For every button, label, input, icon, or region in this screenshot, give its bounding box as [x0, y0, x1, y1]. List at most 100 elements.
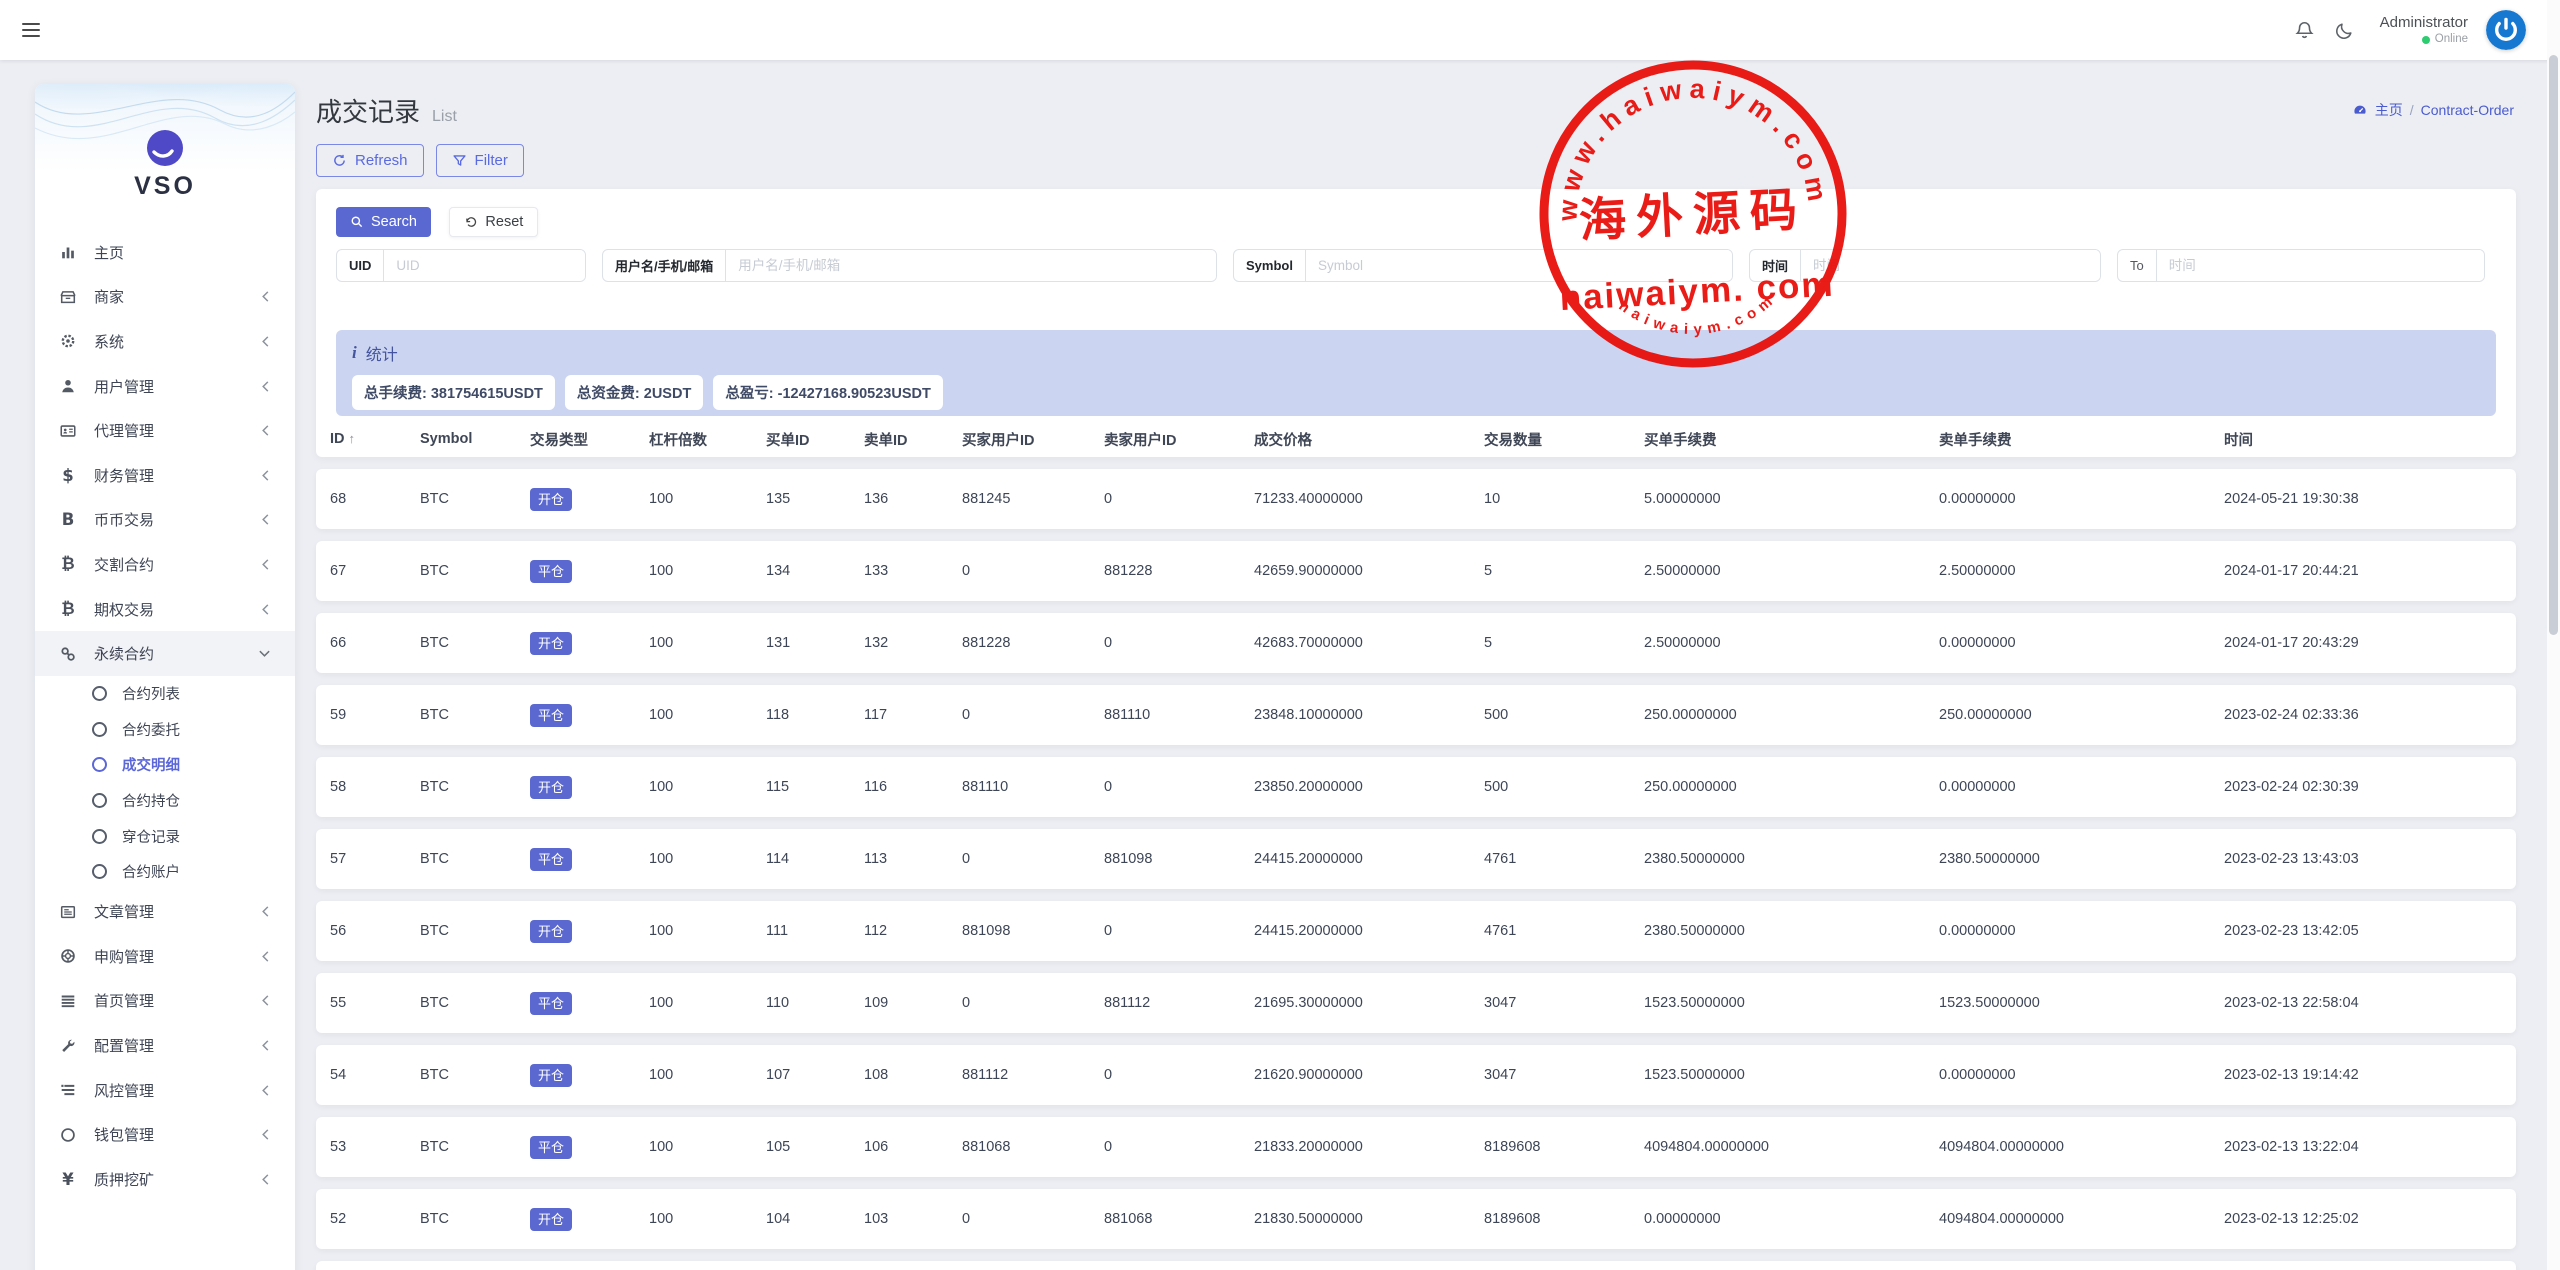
table-cell: 平仓	[530, 1136, 649, 1159]
filter-label: 时间	[1750, 250, 1801, 281]
sidebar-item[interactable]: 商家	[35, 275, 295, 320]
filter-button[interactable]: Filter	[436, 144, 524, 177]
refresh-icon	[332, 153, 347, 168]
reset-button[interactable]: Reset	[449, 207, 538, 237]
radio-circle-icon	[92, 722, 107, 737]
column-header[interactable]: 卖单ID	[864, 429, 962, 450]
trade-type-badge: 开仓	[530, 1208, 572, 1231]
filter-input[interactable]	[384, 250, 585, 281]
sidebar-item[interactable]: 用户管理	[35, 364, 295, 409]
table-cell: 10	[1484, 491, 1644, 507]
sidebar-item[interactable]: 主页	[35, 230, 295, 275]
sidebar-item[interactable]: 配置管理	[35, 1023, 295, 1068]
sidebar-item[interactable]: 风控管理	[35, 1068, 295, 1113]
trade-type-badge: 平仓	[530, 704, 572, 727]
sidebar-item-label: 用户管理	[94, 376, 154, 397]
column-header[interactable]: 杠杆倍数	[649, 429, 766, 450]
table-cell: 881245	[962, 491, 1104, 507]
sidebar-item[interactable]: 申购管理	[35, 934, 295, 979]
refresh-button[interactable]: Refresh	[316, 144, 424, 177]
column-header[interactable]: 交易数量	[1484, 429, 1644, 450]
table-cell: 111	[766, 923, 864, 939]
sidebar-item[interactable]: ₿期权交易	[35, 587, 295, 632]
column-header[interactable]: 买家用户ID	[962, 429, 1104, 450]
breadcrumb-home[interactable]: 主页	[2375, 100, 2403, 120]
table-row: 68BTC开仓100135136881245071233.40000000105…	[316, 469, 2516, 529]
sidebar-item-label: 代理管理	[94, 420, 154, 441]
table-cell: 0.00000000	[1939, 491, 2224, 507]
table-cell: 4761	[1484, 923, 1644, 939]
stats-badge: 总资金费: 2USDT	[565, 375, 703, 410]
table-cell: 2023-02-13 19:14:42	[2224, 1067, 2502, 1083]
sidebar-item-label: 配置管理	[94, 1035, 154, 1056]
table-cell: 0	[962, 1211, 1104, 1227]
filter-input[interactable]	[2157, 250, 2484, 281]
column-header[interactable]: 成交价格	[1254, 429, 1484, 450]
search-icon	[350, 215, 364, 229]
table-cell: 2023-02-24 02:30:39	[2224, 779, 2502, 795]
scrollbar-thumb[interactable]	[2549, 55, 2558, 635]
sidebar-subitem[interactable]: 合约账户	[35, 854, 295, 890]
avatar[interactable]	[2486, 10, 2526, 50]
user-block[interactable]: Administrator Online	[2380, 13, 2468, 47]
sidebar-item[interactable]: ₿交割合约	[35, 542, 295, 587]
column-header[interactable]: 买单手续费	[1644, 429, 1939, 450]
trade-type-badge: 平仓	[530, 560, 572, 583]
table-cell: 3047	[1484, 995, 1644, 1011]
sidebar-subitem[interactable]: 成交明细	[35, 747, 295, 783]
table-cell: 115	[766, 779, 864, 795]
column-header[interactable]: 卖家用户ID	[1104, 429, 1254, 450]
sidebar-logo-text: VSO	[35, 172, 295, 201]
filter-group: UID	[336, 249, 586, 282]
table-cell: BTC	[420, 635, 530, 651]
table-cell: 21833.20000000	[1254, 1139, 1484, 1155]
table-cell: 131	[766, 635, 864, 651]
sidebar-item[interactable]: 文章管理	[35, 890, 295, 935]
bell-icon[interactable]	[2294, 19, 2316, 41]
sidebar-item[interactable]: $财务管理	[35, 453, 295, 498]
column-header[interactable]: 卖单手续费	[1939, 429, 2224, 450]
column-header[interactable]: ID↑	[330, 431, 420, 447]
sidebar-item-label: 首页管理	[94, 990, 154, 1011]
sidebar-item[interactable]: 永续合约	[35, 631, 295, 676]
table-cell: 114	[766, 851, 864, 867]
sidebar-subitem[interactable]: 合约列表	[35, 676, 295, 712]
sidebar-item[interactable]: B币币交易	[35, 498, 295, 543]
sidebar-item[interactable]: ¥质押挖矿	[35, 1157, 295, 1202]
sidebar-item[interactable]: 系统	[35, 319, 295, 364]
hamburger-menu-icon[interactable]	[22, 23, 40, 41]
trade-type-badge: 开仓	[530, 776, 572, 799]
chevron-left-icon	[260, 1039, 271, 1052]
sidebar-item[interactable]: 首页管理	[35, 979, 295, 1024]
filter-group: 用户名/手机/邮箱	[602, 249, 1217, 282]
radio-circle-icon	[92, 829, 107, 844]
filters-row: UID用户名/手机/邮箱Symbol时间To	[336, 249, 2496, 282]
search-button[interactable]: Search	[336, 207, 431, 237]
breadcrumb-current[interactable]: Contract-Order	[2421, 102, 2514, 118]
table-cell: BTC	[420, 1139, 530, 1155]
sidebar: VSO 主页商家系统用户管理代理管理 $财务管理B币币交易₿交割合约₿期权交易永续…	[35, 84, 295, 1270]
sidebar-subitem[interactable]: 穿仓记录	[35, 818, 295, 854]
table-cell: BTC	[420, 1211, 530, 1227]
filter-label: 用户名/手机/邮箱	[603, 250, 726, 281]
column-header[interactable]: 交易类型	[530, 429, 649, 450]
sidebar-subitem[interactable]: 合约委托	[35, 712, 295, 748]
dark-mode-moon-icon[interactable]	[2334, 19, 2356, 41]
table-cell: 23848.10000000	[1254, 707, 1484, 723]
column-header[interactable]: 时间	[2224, 429, 2502, 450]
column-header[interactable]: 买单ID	[766, 429, 864, 450]
table-cell: 2023-02-23 13:43:03	[2224, 851, 2502, 867]
sidebar-subitem[interactable]: 合约持仓	[35, 783, 295, 819]
table-cell: 58	[330, 779, 420, 795]
filter-input[interactable]	[1306, 250, 1732, 281]
filter-input[interactable]	[1801, 250, 2100, 281]
table-cell: 0	[1104, 491, 1254, 507]
table-cell: 0.00000000	[1644, 1211, 1939, 1227]
filter-input[interactable]	[726, 250, 1216, 281]
table-cell: 57	[330, 851, 420, 867]
column-header[interactable]: Symbol	[420, 431, 530, 447]
sidebar-item[interactable]: 钱包管理	[35, 1112, 295, 1157]
table-cell: 250.00000000	[1939, 707, 2224, 723]
sidebar-subitem-label: 合约列表	[122, 683, 180, 704]
sidebar-item[interactable]: 代理管理	[35, 408, 295, 453]
